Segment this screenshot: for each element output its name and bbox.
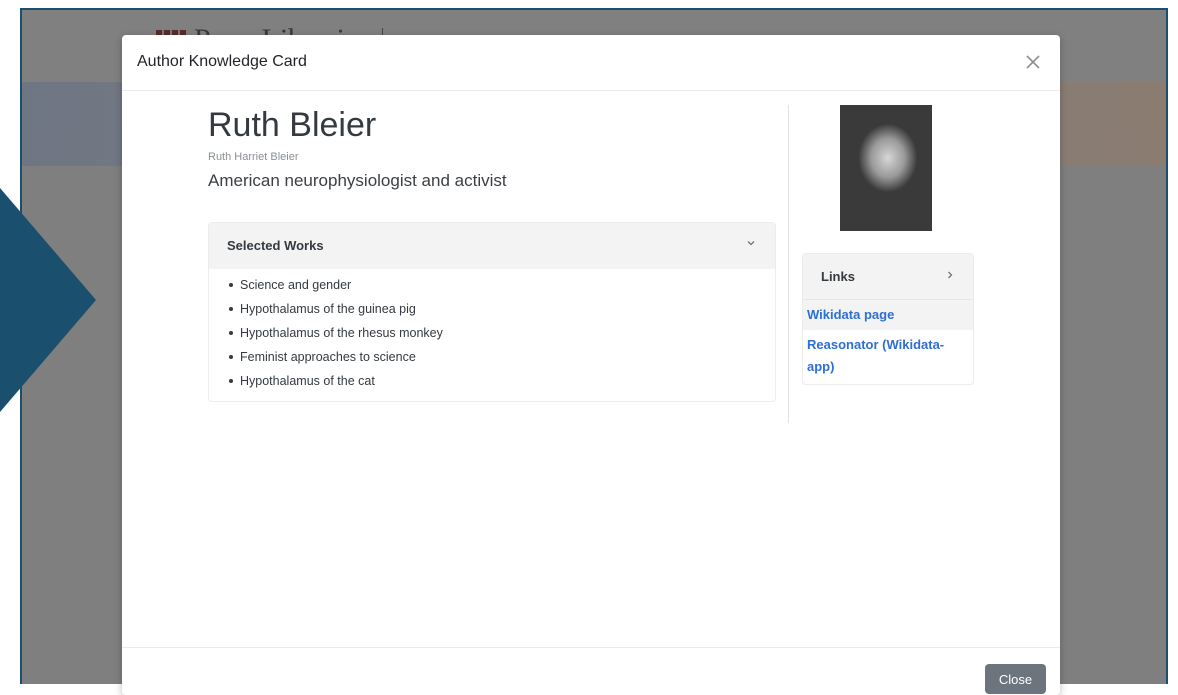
selected-works-card: Selected Works Science and gender Hypoth… [208, 222, 776, 402]
author-description: American neurophysiologist and activist [208, 171, 507, 190]
selected-works-toggle[interactable]: Selected Works [209, 223, 775, 269]
work-title: Feminist approaches to science [240, 350, 416, 364]
bullet-icon [229, 354, 233, 359]
author-name: Ruth Bleier [208, 106, 377, 144]
selected-works-list: Science and gender Hypothalamus of the g… [229, 273, 443, 393]
selected-works-label: Selected Works [227, 238, 324, 253]
bullet-icon [229, 306, 233, 311]
bullet-icon [229, 378, 233, 383]
bullet-icon [229, 282, 233, 287]
work-title: Hypothalamus of the rhesus monkey [240, 326, 443, 340]
links-card: Links Wikidata page Reasonator (Wikidata… [802, 253, 974, 385]
list-item: Hypothalamus of the cat [229, 369, 443, 393]
close-x-icon[interactable] [1018, 47, 1048, 77]
list-item: Science and gender [229, 273, 443, 297]
author-knowledge-card-modal: Author Knowledge Card Ruth Bleier Ruth H… [122, 35, 1060, 695]
column-divider [788, 105, 789, 423]
list-item: Feminist approaches to science [229, 345, 443, 369]
modal-header: Author Knowledge Card [122, 35, 1060, 91]
close-button[interactable]: Close [985, 664, 1046, 694]
wikidata-page-link[interactable]: Wikidata page [803, 300, 973, 330]
modal-footer: Close [122, 647, 1060, 695]
work-title: Hypothalamus of the guinea pig [240, 302, 416, 316]
links-label: Links [821, 269, 855, 284]
reasonator-link[interactable]: Reasonator (Wikidata-app) [803, 330, 973, 378]
work-title: Hypothalamus of the cat [240, 374, 375, 388]
author-photo [840, 105, 932, 231]
author-full-name: Ruth Harriet Bleier [208, 151, 299, 163]
chevron-right-icon [948, 271, 953, 279]
bullet-icon [229, 330, 233, 335]
author-info: Ruth Bleier Ruth Harriet Bleier American… [208, 105, 778, 402]
work-title: Science and gender [240, 278, 352, 292]
links-toggle[interactable]: Links [803, 254, 973, 300]
list-item: Hypothalamus of the rhesus monkey [229, 321, 443, 345]
list-item: Hypothalamus of the guinea pig [229, 297, 443, 321]
modal-title: Author Knowledge Card [137, 53, 307, 70]
close-x-icon-svg [1026, 55, 1040, 69]
chevron-down-icon [747, 241, 755, 246]
